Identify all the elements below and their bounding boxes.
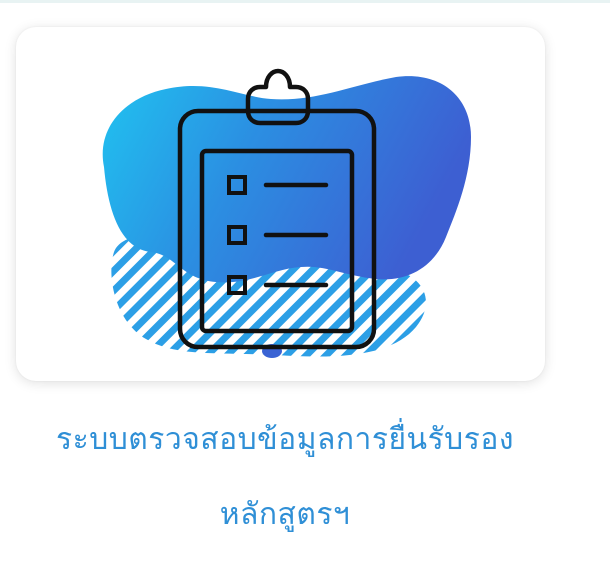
gradient-blob (102, 76, 472, 283)
page: ระบบตรวจสอบข้อมูลการยื่นรับรอง หลักสูตรฯ (0, 0, 610, 571)
card-title-line-2[interactable]: หลักสูตรฯ (0, 491, 590, 538)
card-title-line-1[interactable]: ระบบตรวจสอบข้อมูลการยื่นรับรอง (0, 416, 590, 463)
clipboard-checklist-icon (102, 68, 472, 358)
feature-card[interactable] (16, 27, 545, 381)
curriculum-check-card-link[interactable]: ระบบตรวจสอบข้อมูลการยื่นรับรอง หลักสูตรฯ (0, 0, 610, 571)
